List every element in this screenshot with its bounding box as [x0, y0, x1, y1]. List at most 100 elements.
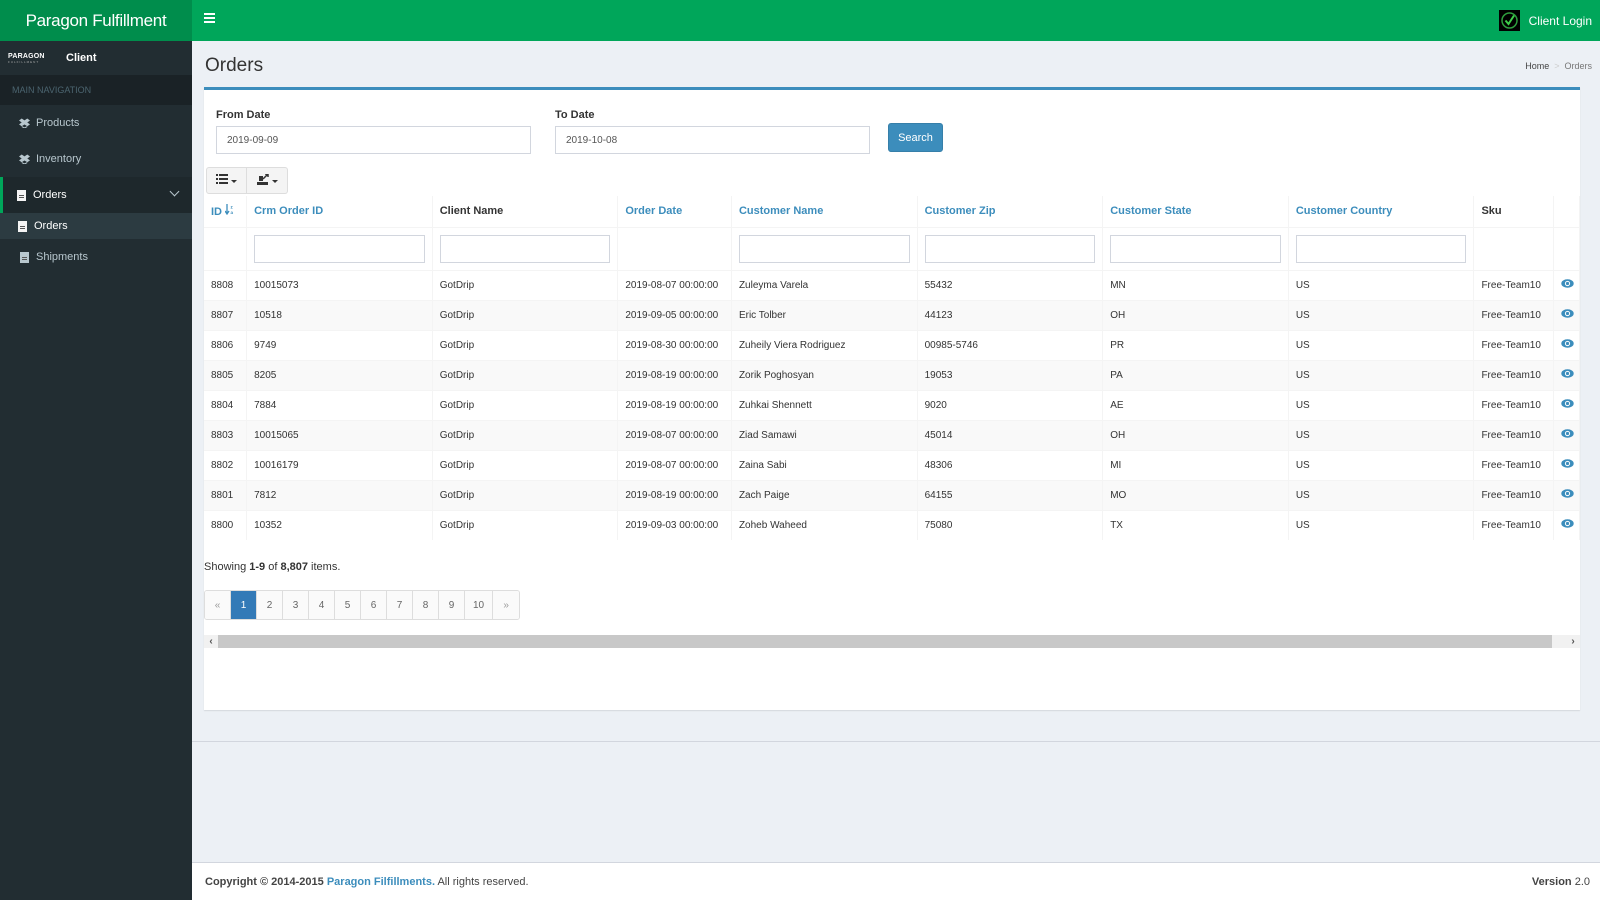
main-navigation-header: MAIN NAVIGATION — [0, 75, 192, 105]
page-next[interactable]: » — [493, 591, 520, 619]
summary-prefix: Showing — [204, 561, 250, 573]
sidebar-item-orders[interactable]: Orders — [0, 177, 192, 213]
cell-customer-name: Zuhkai Shennett — [731, 389, 918, 420]
filter-customer-name-input[interactable] — [738, 234, 910, 263]
from-date-label: From Date — [216, 109, 271, 121]
column-header-customer-country[interactable]: Customer Country — [1288, 196, 1475, 228]
footer-version: Version 2.0 — [1532, 876, 1590, 888]
page-3[interactable]: 3 — [283, 591, 309, 619]
scroll-left-icon[interactable]: ‹ — [204, 635, 218, 648]
cell-actions — [1553, 389, 1581, 420]
cell-crm-order-id: 8205 — [246, 359, 433, 390]
mini-logo-text: PARAGON — [8, 52, 45, 60]
cell-customer-state: TX — [1102, 509, 1289, 540]
view-eye-icon[interactable] — [1560, 519, 1574, 531]
sidebar-item-products[interactable]: Products — [0, 105, 192, 141]
table-row: 8800 10352 GotDrip 2019-09-03 00:00:00 Z… — [204, 509, 1581, 540]
file-icon — [15, 189, 27, 201]
summary-middle: of — [265, 561, 281, 573]
page-7[interactable]: 7 — [387, 591, 413, 619]
column-header-actions — [1553, 196, 1581, 228]
view-eye-icon[interactable] — [1560, 309, 1574, 321]
cell-actions — [1553, 449, 1581, 480]
from-date-input[interactable] — [216, 126, 531, 154]
page-5[interactable]: 5 — [335, 591, 361, 619]
column-header-crm-order-id[interactable]: Crm Order ID — [246, 196, 433, 228]
cell-customer-zip: 9020 — [917, 389, 1104, 420]
filter-client-name-input[interactable] — [439, 234, 611, 263]
orders-box: From Date To Date Search — [204, 87, 1581, 710]
user-login-label: Client Login — [1528, 13, 1592, 28]
column-header-order-date[interactable]: Order Date — [617, 196, 732, 228]
page-title: Orders — [205, 55, 264, 76]
view-eye-icon[interactable] — [1560, 279, 1574, 291]
column-header-sku: Sku — [1473, 196, 1554, 228]
cell-crm-order-id: 7884 — [246, 389, 433, 420]
cell-actions — [1553, 509, 1581, 540]
cell-actions — [1553, 329, 1581, 360]
cell-order-date: 2019-08-07 00:00:00 — [617, 269, 732, 300]
company-link[interactable]: Paragon Filfillments. — [327, 876, 435, 888]
export-button[interactable] — [247, 167, 288, 194]
to-date-input[interactable] — [555, 126, 870, 154]
cell-customer-zip: 44123 — [917, 299, 1104, 330]
cell-id: 8808 — [204, 269, 248, 300]
filter-customer-state-input[interactable] — [1110, 234, 1281, 263]
filter-customer-zip-input[interactable] — [924, 234, 1096, 263]
filter-crm-order-id-input[interactable] — [254, 234, 425, 263]
view-eye-icon[interactable] — [1560, 399, 1574, 411]
scroll-right-icon[interactable]: › — [1566, 635, 1580, 648]
cell-id: 8805 — [204, 359, 248, 390]
page-9[interactable]: 9 — [439, 591, 465, 619]
cell-customer-country: US — [1288, 269, 1475, 300]
page-prev[interactable]: « — [205, 591, 231, 619]
filter-customer-country-input[interactable] — [1295, 234, 1467, 263]
cell-customer-country: US — [1288, 419, 1475, 450]
column-header-customer-name[interactable]: Customer Name — [731, 196, 918, 228]
cell-order-date: 2019-08-07 00:00:00 — [617, 449, 732, 480]
page-10[interactable]: 10 — [465, 591, 494, 619]
breadcrumb-separator: > — [1554, 61, 1560, 71]
cell-sku: Free-Team10 — [1473, 449, 1554, 480]
sidebar-toggle-icon[interactable] — [204, 13, 215, 25]
summary-total: 8,807 — [280, 561, 308, 573]
view-eye-icon[interactable] — [1560, 459, 1574, 471]
sidebar-item-shipments[interactable]: Shipments — [0, 239, 192, 275]
cell-customer-name: Zach Paige — [731, 479, 918, 510]
sidebar-item-inventory[interactable]: Inventory — [0, 141, 192, 177]
breadcrumb: Home > Orders — [1525, 61, 1592, 71]
columns-toggle-button[interactable] — [206, 167, 247, 194]
column-header-customer-zip[interactable]: Customer Zip — [917, 196, 1104, 228]
search-button[interactable]: Search — [888, 123, 943, 152]
scrollbar-thumb[interactable] — [218, 635, 1552, 648]
cell-customer-zip: 55432 — [917, 269, 1104, 300]
user-panel: PARAGON FULFILLMENT Client — [0, 41, 192, 75]
horizontal-scrollbar[interactable]: ‹ › — [204, 635, 1580, 648]
filter-cell-empty — [1473, 227, 1554, 270]
breadcrumb-home[interactable]: Home — [1525, 61, 1549, 71]
table-row: 8802 10016179 GotDrip 2019-08-07 00:00:0… — [204, 449, 1581, 480]
cell-customer-name: Eric Tolber — [731, 299, 918, 330]
page-2[interactable]: 2 — [257, 591, 283, 619]
cell-client-name: GotDrip — [432, 329, 619, 360]
user-menu[interactable]: Client Login — [1498, 0, 1592, 41]
view-eye-icon[interactable] — [1560, 369, 1574, 381]
brand-logo[interactable]: Paragon Fulfillment — [0, 0, 192, 41]
page-6[interactable]: 6 — [361, 591, 387, 619]
table-row: 8808 10015073 GotDrip 2019-08-07 00:00:0… — [204, 269, 1581, 300]
cell-crm-order-id: 7812 — [246, 479, 433, 510]
svg-text:a: a — [231, 210, 234, 215]
filter-cell-empty — [1553, 227, 1581, 270]
page-1[interactable]: 1 — [231, 591, 257, 619]
cell-customer-zip: 45014 — [917, 419, 1104, 450]
view-eye-icon[interactable] — [1560, 489, 1574, 501]
sidebar-subitem-orders[interactable]: Orders — [0, 213, 192, 239]
view-eye-icon[interactable] — [1560, 339, 1574, 351]
column-header-customer-state[interactable]: Customer State — [1102, 196, 1289, 228]
column-header-id[interactable]: ID za — [204, 196, 248, 228]
view-eye-icon[interactable] — [1560, 429, 1574, 441]
page-8[interactable]: 8 — [413, 591, 439, 619]
page-4[interactable]: 4 — [309, 591, 335, 619]
cell-sku: Free-Team10 — [1473, 299, 1554, 330]
cell-customer-name: Zaina Sabi — [731, 449, 918, 480]
